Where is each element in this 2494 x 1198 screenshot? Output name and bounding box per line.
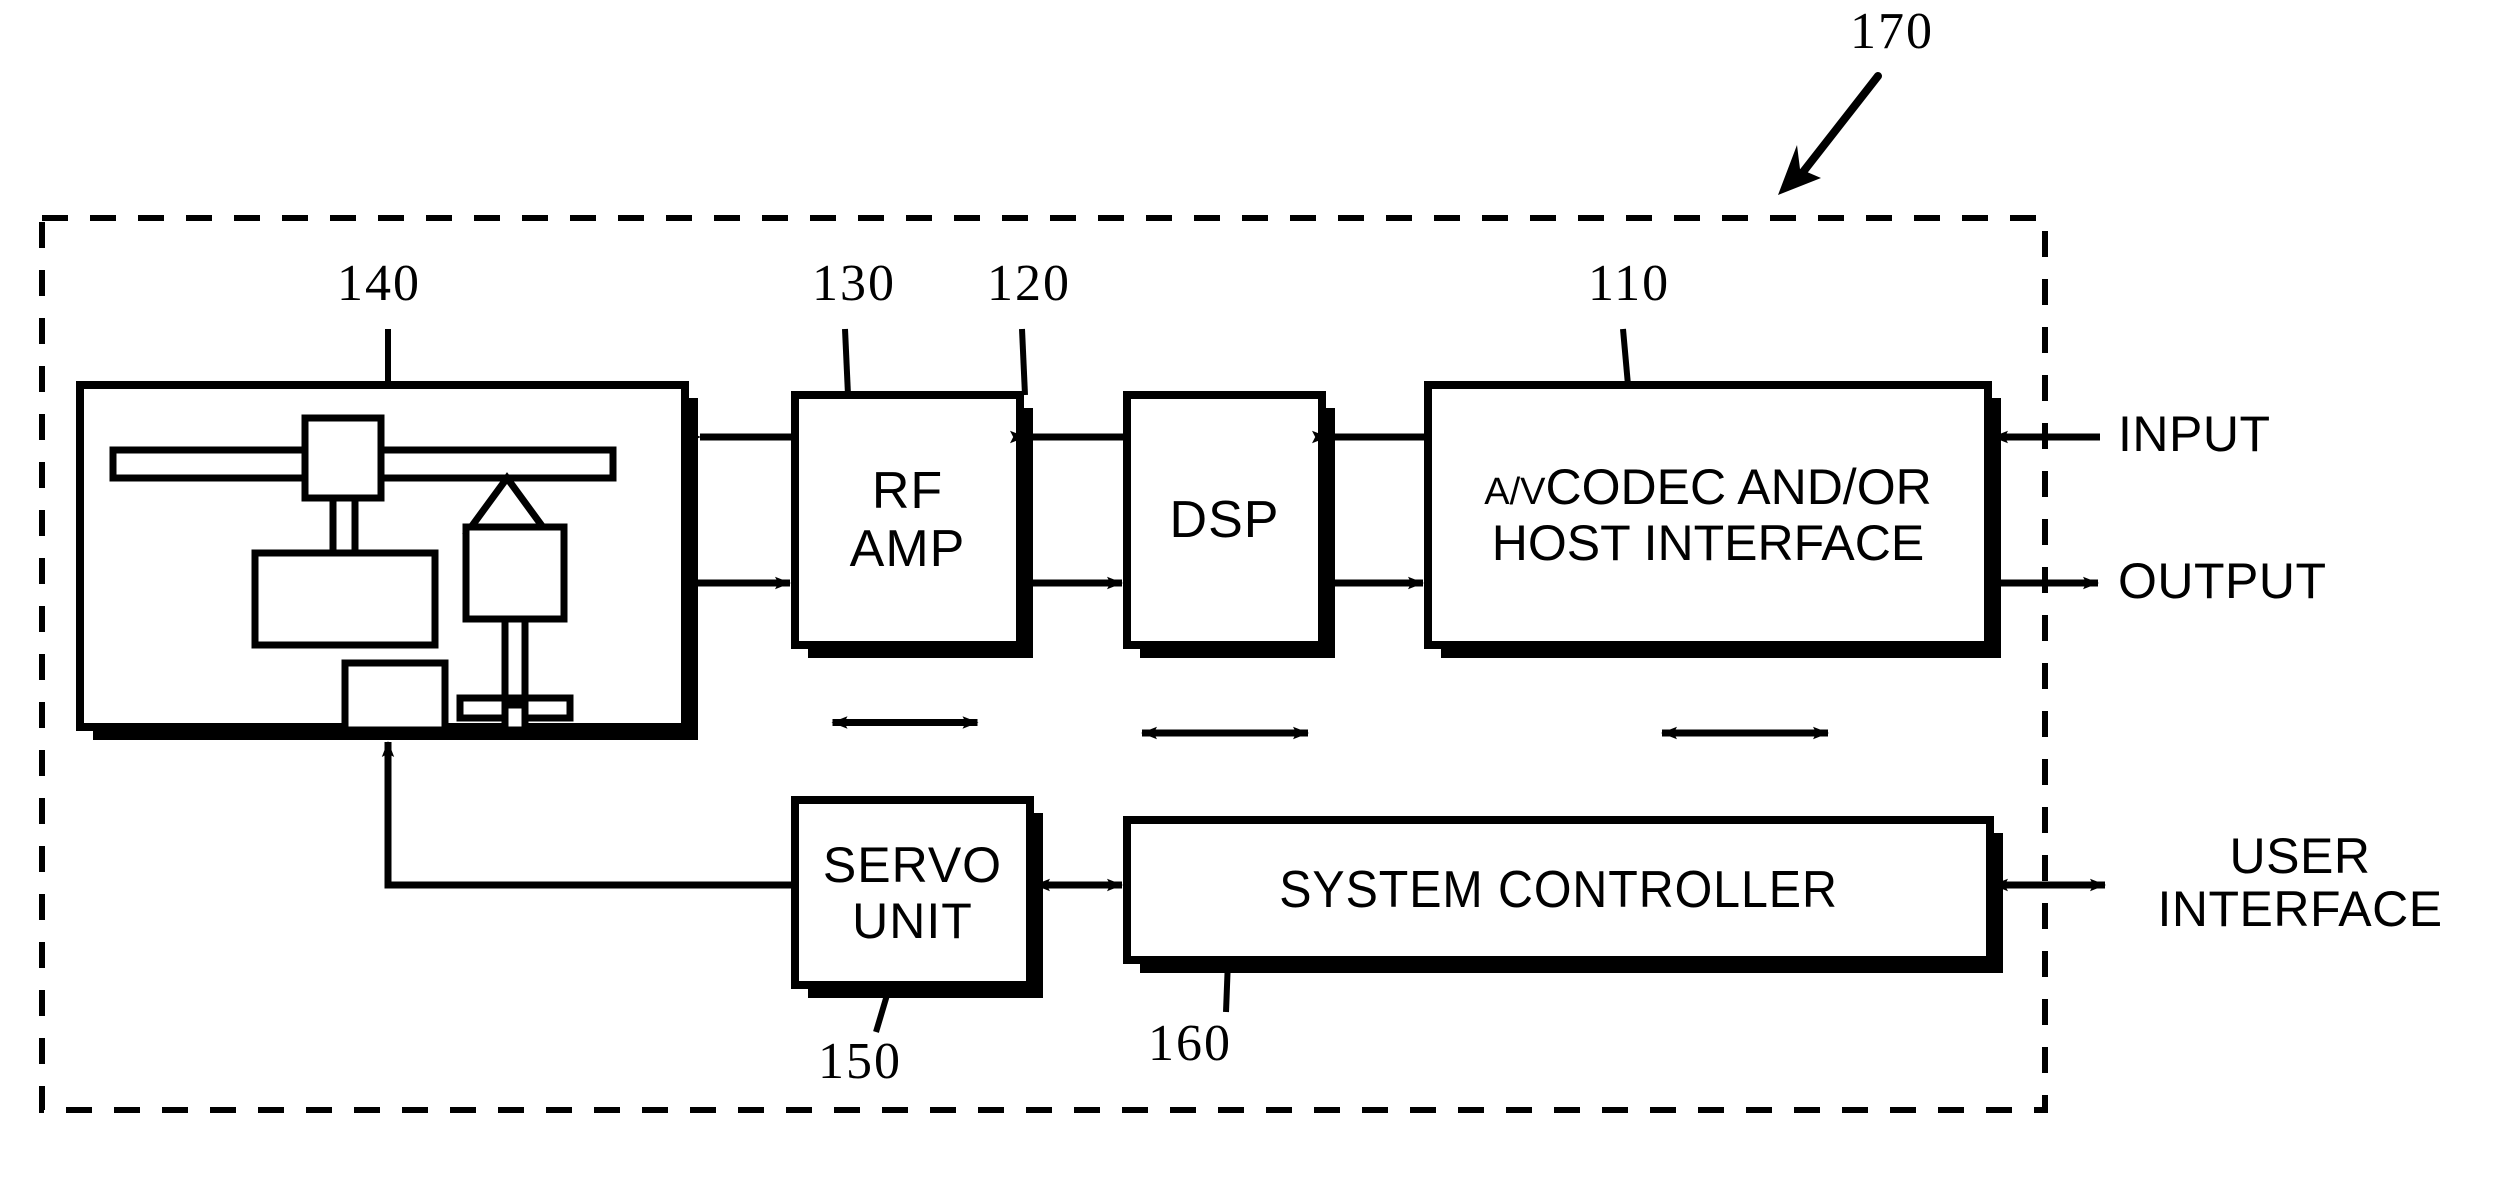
io-label-output: OUTPUT <box>2118 553 2327 609</box>
ref-number-130: 130 <box>812 255 896 312</box>
codec-label-av: A/V <box>1484 471 1546 513</box>
block-140-optical-deck <box>76 381 698 740</box>
block-label-av-codec: A/VCODEC AND/OR HOST INTERFACE <box>1428 385 1988 645</box>
leader-arrow-170 <box>1778 72 1882 195</box>
io-label-input: INPUT <box>2118 406 2271 462</box>
io-label-user-interface-line1: USER <box>2229 828 2371 884</box>
codec-label-line2: HOST INTERFACE <box>1491 515 1925 571</box>
ref-number-150: 150 <box>818 1033 902 1090</box>
leader-160 <box>1223 959 1231 1013</box>
block-label-dsp: DSP <box>1169 490 1280 549</box>
block-label-system-controller: SYSTEM CONTROLLER <box>1279 860 1838 919</box>
leader-120 <box>1019 328 1028 396</box>
ref-number-140: 140 <box>337 255 421 312</box>
leader-110 <box>1620 328 1631 386</box>
io-label-user-interface: USER INTERFACE <box>2120 830 2480 936</box>
ref-number-120: 120 <box>987 255 1071 312</box>
system-enclosure-170 <box>39 215 2048 1113</box>
block-label-rf-amp: RF AMP <box>849 461 966 578</box>
ref-number-110: 110 <box>1588 255 1671 312</box>
ref-number-160: 160 <box>1148 1015 1232 1072</box>
deck-internal-mechanism <box>109 414 617 734</box>
conn-servo-to-deck <box>381 741 795 889</box>
patent-figure-canvas: 140 130 120 110 150 160 170 RF AMP DSP A… <box>0 0 2494 1198</box>
leader-150 <box>873 984 893 1033</box>
ref-number-170: 170 <box>1850 3 1934 60</box>
codec-label-rest: CODEC AND/OR <box>1545 459 1932 515</box>
io-label-user-interface-line2: INTERFACE <box>2157 881 2443 937</box>
leader-130 <box>842 328 851 396</box>
block-label-servo-unit: SERVO UNIT <box>822 836 1003 949</box>
